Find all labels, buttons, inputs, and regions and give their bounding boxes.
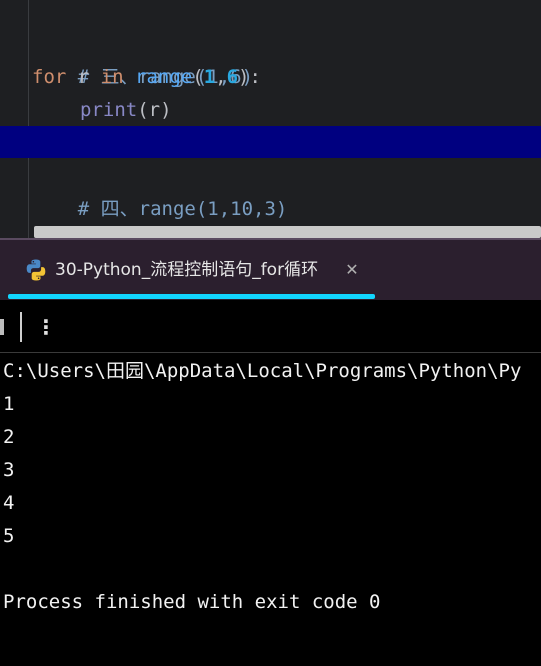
number-literal: 1 (203, 66, 216, 88)
console-exit-message: Process finished with exit code 0 (3, 591, 381, 613)
stop-icon[interactable] (0, 319, 4, 335)
builtin-print: print (80, 99, 138, 121)
console-output-line: 5 (3, 525, 15, 547)
close-icon[interactable]: ✕ (342, 258, 362, 282)
code-line-2[interactable]: for r in range(1,6): (32, 61, 261, 93)
python-icon (26, 259, 46, 281)
console-command-line: C:\Users\田园\AppData\Local\Programs\Pytho… (3, 360, 522, 382)
current-line-highlight[interactable] (0, 126, 541, 158)
code-line-1[interactable]: # 三、range(1,6) (32, 29, 253, 88)
print-args: (r) (137, 99, 172, 121)
paren-open: ( (192, 66, 204, 88)
console-output-line: 3 (3, 459, 15, 481)
more-options-icon[interactable]: ⋮ (36, 310, 56, 344)
console-output-line: 1 (3, 393, 15, 415)
active-tab-indicator (8, 294, 375, 299)
gutter-divider (28, 0, 29, 238)
run-tool-window-tabs: 30-Python_流程控制语句_for循环 ✕ (0, 238, 541, 300)
code-line-5[interactable]: # 四、range(1,10,3) (32, 161, 288, 220)
keyword-for: for (32, 66, 67, 88)
comma: , (215, 66, 227, 88)
keyword-in: in (100, 66, 124, 88)
code-editor[interactable]: # 三、range(1,6) for r in range(1,6): prin… (0, 0, 541, 238)
comment-text: # 四、range(1,10,3) (77, 198, 288, 220)
run-toolbar: ⋮ (0, 300, 541, 353)
tab-label: 30-Python_流程控制语句_for循环 (55, 260, 319, 280)
number-literal: 6 (226, 66, 239, 88)
console-output-line: 2 (3, 426, 15, 448)
console-output-line: 4 (3, 492, 15, 514)
function-range: range (135, 66, 193, 88)
console-output[interactable]: C:\Users\田园\AppData\Local\Programs\Pytho… (0, 353, 541, 666)
tab-run-configuration[interactable]: 30-Python_流程控制语句_for循环 ✕ (0, 238, 380, 300)
horizontal-scrollbar[interactable] (34, 226, 541, 238)
paren-close: ): (238, 66, 261, 88)
code-line-3[interactable]: print(r) (80, 94, 172, 126)
toolbar-divider (20, 312, 22, 342)
variable-r: r (77, 66, 90, 88)
